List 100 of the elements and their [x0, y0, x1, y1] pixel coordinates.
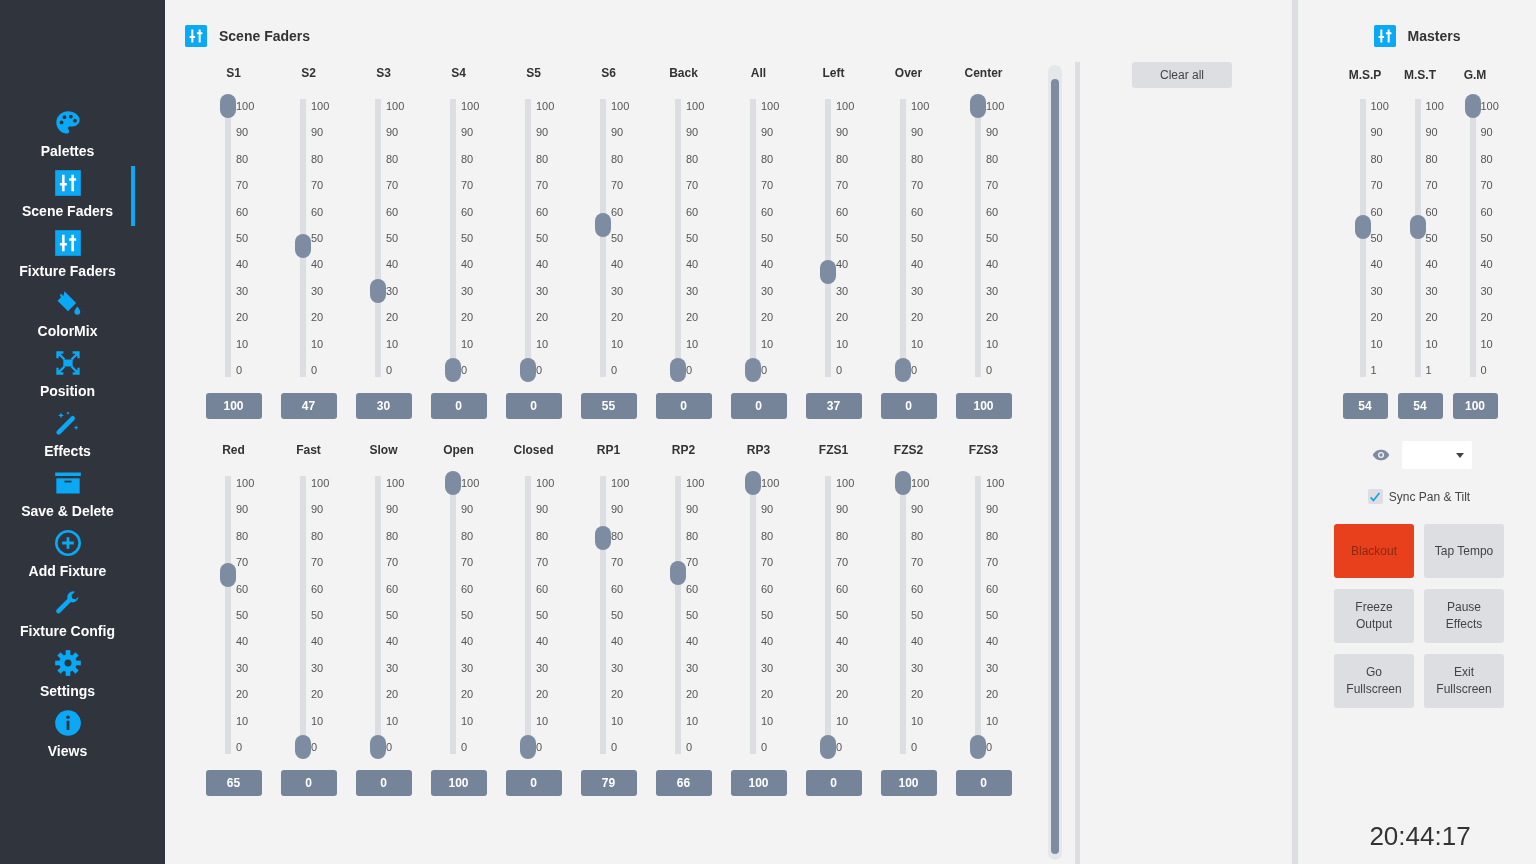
fader-value-button[interactable]: 0 [730, 393, 787, 419]
fader-label: S3 [375, 65, 392, 81]
scale-label: 0 [311, 362, 319, 377]
fader-handle[interactable] [445, 358, 461, 382]
fader-value-button[interactable]: 0 [805, 770, 862, 796]
sidebar-item[interactable]: Position [0, 346, 135, 406]
fader-value-button[interactable]: 30 [355, 393, 412, 419]
fader-value-button[interactable]: 100 [880, 770, 937, 796]
eye-icon[interactable] [1372, 449, 1390, 461]
fader-value-button[interactable]: 37 [805, 393, 862, 419]
sidebar-item[interactable]: Fixture Faders [0, 226, 135, 286]
fader-handle[interactable] [670, 358, 686, 382]
fader-handle[interactable] [895, 471, 911, 495]
scale-label: 60 [311, 204, 325, 219]
fader-value-button[interactable]: 100 [730, 770, 787, 796]
action-button[interactable]: Tap Tempo [1424, 524, 1504, 578]
fader-handle[interactable] [1464, 94, 1481, 118]
scale-label: 50 [536, 230, 550, 245]
fader-value-button[interactable]: 0 [880, 393, 937, 419]
fader-handle[interactable] [1409, 215, 1426, 240]
scale-label: 30 [461, 660, 475, 675]
fader-value-button[interactable]: 65 [205, 770, 262, 796]
fader-handle[interactable] [295, 233, 311, 258]
sidebar-item[interactable]: Views [0, 706, 135, 766]
fader-handle[interactable] [520, 358, 536, 382]
fader-handle[interactable] [745, 358, 761, 382]
fader-handle[interactable] [220, 563, 236, 588]
action-button[interactable]: Blackout [1334, 524, 1414, 578]
checkbox[interactable] [1367, 489, 1383, 504]
scale-label: 50 [1480, 230, 1494, 245]
fader-handle[interactable] [895, 358, 911, 382]
fader-handle[interactable] [745, 471, 761, 495]
sidebar-item[interactable]: Palettes [0, 106, 135, 166]
sidebar-item[interactable]: Settings [0, 646, 135, 706]
fader-value-button[interactable]: 100 [430, 770, 487, 796]
scale-label: 20 [311, 310, 325, 325]
fader-handle[interactable] [595, 212, 611, 237]
scale-label: 30 [536, 283, 550, 298]
fader-value-button[interactable]: 66 [655, 770, 712, 796]
scale-label: 80 [1425, 151, 1439, 166]
fader-handle[interactable] [970, 735, 986, 759]
fader-handle[interactable] [370, 278, 386, 303]
fader-value-button[interactable]: 54 [1397, 393, 1443, 419]
sidebar-item[interactable]: Fixture Config [0, 586, 135, 646]
fader-handle[interactable] [970, 94, 986, 118]
scale-label: 40 [236, 257, 250, 272]
scale-label: 70 [836, 555, 850, 570]
fader-value-button[interactable]: 100 [1452, 393, 1498, 419]
scale-label: 20 [986, 310, 1000, 325]
action-button[interactable]: Go Fullscreen [1334, 654, 1414, 708]
scale-label: 20 [986, 687, 1000, 702]
scale-label: 60 [461, 204, 475, 219]
scale-label: 0 [986, 739, 994, 754]
fader-label: M.S.T [1403, 67, 1437, 83]
action-button[interactable]: Freeze Output [1334, 589, 1414, 643]
scale-label: 100 [1370, 99, 1389, 113]
action-button[interactable]: Pause Effects [1424, 589, 1504, 643]
fader-value-button[interactable]: 55 [580, 393, 637, 419]
fader-handle[interactable] [445, 471, 461, 495]
fader-value-button[interactable]: 0 [280, 770, 337, 796]
fader-handle[interactable] [370, 735, 386, 759]
fader-label: RP2 [670, 442, 697, 458]
sidebar-item[interactable]: Effects [0, 406, 135, 466]
scrollbar[interactable] [1048, 65, 1062, 860]
scale-label: 20 [236, 687, 250, 702]
fader-value-button[interactable]: 0 [430, 393, 487, 419]
action-button[interactable]: Exit Fullscreen [1424, 654, 1504, 708]
fader-handle[interactable] [520, 735, 536, 759]
scale-label: 20 [536, 310, 550, 325]
fader-value-button[interactable]: 79 [580, 770, 637, 796]
scale-label: 50 [1425, 230, 1439, 245]
fader-handle[interactable] [670, 560, 686, 585]
fader-handle[interactable] [1354, 215, 1371, 240]
faders-icon [53, 229, 82, 257]
fader-value-button[interactable]: 100 [955, 393, 1012, 419]
fader-value-button[interactable]: 0 [355, 770, 412, 796]
fader-value-button[interactable]: 47 [280, 393, 337, 419]
fader-value-button[interactable]: 0 [955, 770, 1012, 796]
fader-value-button[interactable]: 0 [505, 770, 562, 796]
scale-label: 0 [761, 739, 769, 754]
fader-value-button[interactable]: 0 [505, 393, 562, 419]
clear-all-button[interactable]: Clear all [1132, 62, 1232, 88]
scale-label: 70 [836, 178, 850, 193]
fader-value-button[interactable]: 54 [1342, 393, 1388, 419]
fader-handle[interactable] [595, 526, 611, 551]
sidebar-item[interactable]: Scene Faders [0, 166, 135, 226]
scale-label: 20 [836, 687, 850, 702]
fader-handle[interactable] [220, 94, 236, 118]
fader-handle[interactable] [820, 260, 836, 285]
fader-value-button[interactable]: 100 [205, 393, 262, 419]
fader-value-button[interactable]: 0 [655, 393, 712, 419]
fader-label: FZS3 [967, 442, 1000, 458]
sidebar-item[interactable]: Add Fixture [0, 526, 135, 586]
sidebar-item[interactable]: ColorMix [0, 286, 135, 346]
scale-label: 50 [236, 607, 250, 622]
sidebar-item[interactable]: Save & Delete [0, 466, 135, 526]
fader-handle[interactable] [820, 735, 836, 759]
scale-label: 1 [1425, 362, 1433, 377]
scale-label: 10 [986, 336, 1000, 351]
fader-handle[interactable] [295, 735, 311, 759]
